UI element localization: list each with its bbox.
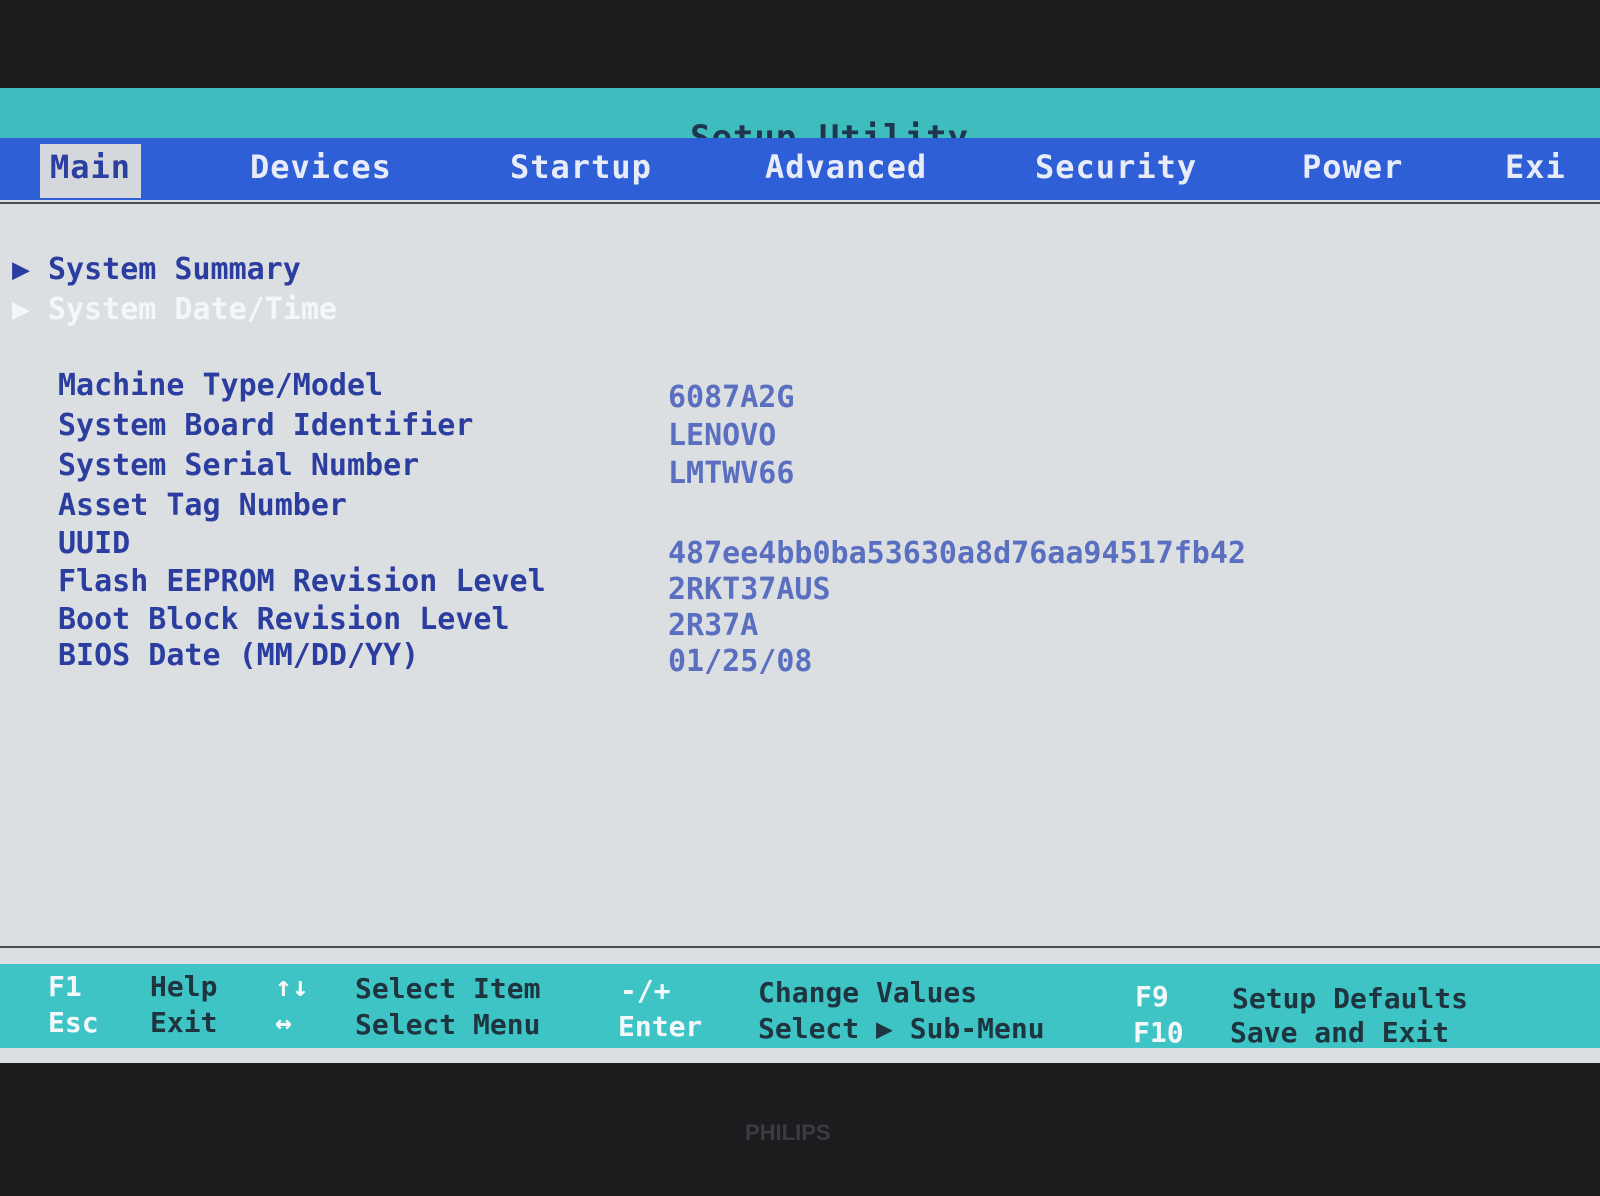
updown-arrows-icon: ↑↓ xyxy=(275,970,309,1003)
key-esc: Esc xyxy=(48,1006,99,1039)
key-f9: F9 xyxy=(1135,980,1169,1013)
tab-main[interactable]: Main xyxy=(40,144,142,198)
key-desc: Change Values xyxy=(758,976,978,1009)
tab-advanced[interactable]: Advanced xyxy=(755,144,937,190)
info-value: 2R37A xyxy=(668,608,759,643)
tab-security[interactable]: Security xyxy=(1025,144,1207,190)
submenu-label: System Date/Time xyxy=(48,292,337,327)
key-minus-plus: -/+ xyxy=(620,974,671,1007)
info-label: UUID xyxy=(58,526,131,561)
bios-screen: Setup Utility Main Devices Startup Advan… xyxy=(0,88,1600,1063)
leftright-arrows-icon: ↔ xyxy=(275,1006,292,1039)
key-desc: Help xyxy=(150,970,218,1003)
info-label: System Board Identifier xyxy=(58,408,474,443)
info-value: 2RKT37AUS xyxy=(668,572,831,607)
key-desc: Exit xyxy=(150,1006,218,1039)
title-bar: Setup Utility xyxy=(0,88,1600,158)
info-value: LENOVO xyxy=(668,418,777,453)
monitor-brand-logo: PHILIPS xyxy=(745,1120,831,1145)
key-desc: Select Menu xyxy=(355,1008,541,1041)
info-value: 487ee4bb0ba53630a8d76aa94517fb42 xyxy=(668,536,1246,571)
tab-bar: Main Devices Startup Advanced Security P… xyxy=(0,138,1600,200)
info-label: Flash EEPROM Revision Level xyxy=(58,564,546,599)
info-label: Asset Tag Number xyxy=(58,488,347,523)
tab-startup[interactable]: Startup xyxy=(500,144,662,190)
triangle-right-icon: ▶ xyxy=(12,252,31,287)
tab-exit[interactable]: Exi xyxy=(1495,144,1576,190)
key-desc: Save and Exit xyxy=(1230,1016,1450,1049)
submenu-label: System Summary xyxy=(48,252,301,287)
key-desc: Select Item xyxy=(355,972,541,1005)
triangle-right-icon: ▶ xyxy=(12,292,31,327)
tab-power[interactable]: Power xyxy=(1292,144,1413,190)
key-help-bar: F1 Help Esc Exit ↑↓ Select Item ↔ Select… xyxy=(0,964,1600,1049)
footer-divider xyxy=(0,946,1600,948)
info-label: Machine Type/Model xyxy=(58,368,384,403)
info-label: Boot Block Revision Level xyxy=(58,602,510,637)
key-desc: Select ▶ Sub-Menu xyxy=(758,1012,1045,1045)
key-f1: F1 xyxy=(48,970,82,1003)
submenu-system-summary[interactable]: ▶ System Summary xyxy=(12,252,301,287)
key-desc: Setup Defaults xyxy=(1232,982,1469,1015)
submenu-system-date-time[interactable]: ▶ System Date/Time xyxy=(12,292,337,327)
info-value: LMTWV66 xyxy=(668,456,795,491)
tab-devices[interactable]: Devices xyxy=(240,144,402,190)
header-divider xyxy=(0,202,1600,204)
info-value: 6087A2G xyxy=(668,380,795,415)
key-f10: F10 xyxy=(1133,1016,1184,1049)
info-label: System Serial Number xyxy=(58,448,420,483)
info-value: 01/25/08 xyxy=(668,644,813,679)
key-enter: Enter xyxy=(618,1010,703,1043)
info-label: BIOS Date (MM/DD/YY) xyxy=(58,638,420,673)
